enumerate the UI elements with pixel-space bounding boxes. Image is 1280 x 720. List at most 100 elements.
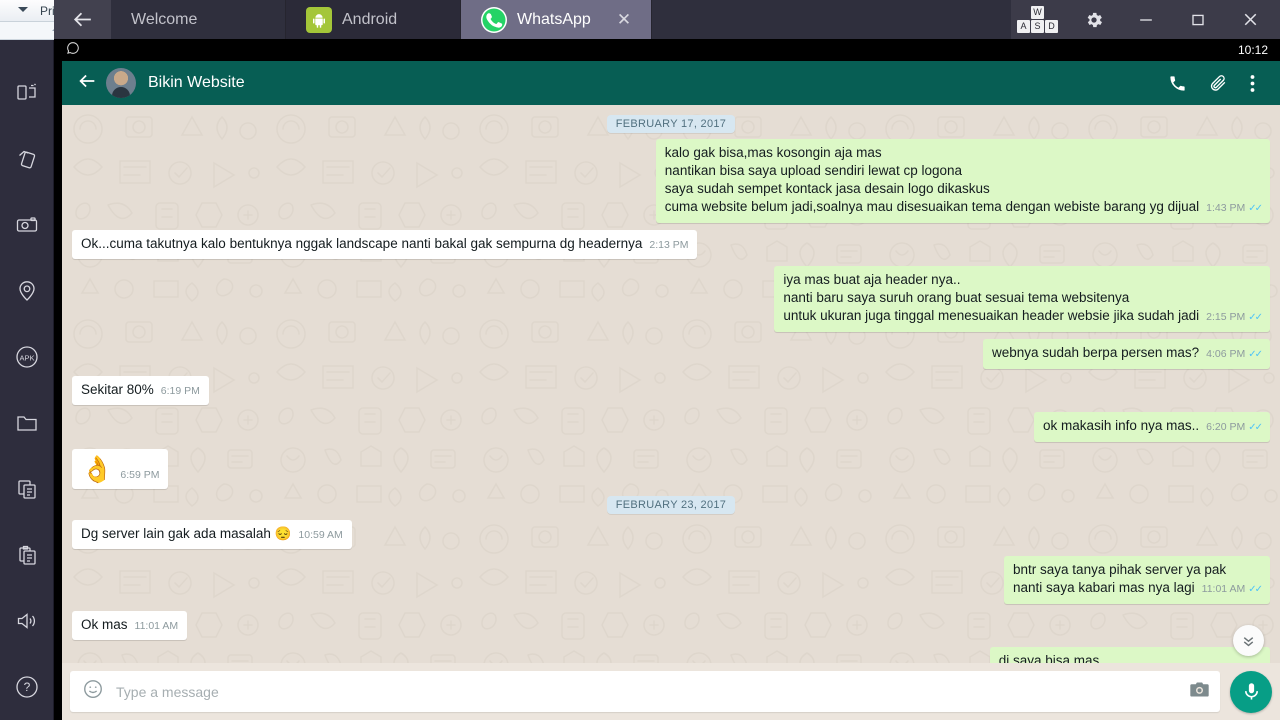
close-button[interactable] xyxy=(1224,0,1276,39)
contact-avatar[interactable] xyxy=(106,68,136,98)
tab-android-label: Android xyxy=(342,10,398,28)
whatsapp-app-screen: Bikin Website FEBRUARY 17, 2017 kalo gak… xyxy=(62,61,1280,720)
message-text: webnya sudah berpa persen mas? xyxy=(991,345,1200,360)
tab-android[interactable]: Android xyxy=(286,0,461,39)
message-meta: 11:01 AM xyxy=(134,620,179,632)
paste-icon[interactable] xyxy=(0,522,54,588)
message-bubble[interactable]: 👌 6:59 PM xyxy=(72,449,169,489)
location-icon[interactable] xyxy=(0,258,54,324)
message-meta: 1:43 PM ✓✓ xyxy=(1206,202,1263,214)
message-bubble[interactable]: webnya sudah berpa persen mas? 4:06 PM ✓✓ xyxy=(982,339,1270,369)
message-meta: 11:01 AM ✓✓ xyxy=(1201,583,1263,595)
message-bubble[interactable]: bntr saya tanya pihak server ya pak nant… xyxy=(1004,556,1270,604)
overflow-menu-icon[interactable] xyxy=(1239,74,1266,93)
message-text: ok makasih info nya mas.. xyxy=(1043,418,1200,433)
help-icon[interactable]: ? xyxy=(0,654,54,720)
tab-whatsapp[interactable]: WhatsApp ✕ xyxy=(461,0,653,39)
date-separator: FEBRUARY 23, 2017 xyxy=(72,496,1270,514)
message-meta: 10:59 AM xyxy=(298,529,343,541)
message-bubble[interactable]: iya mas buat aja header nya.. nanti baru… xyxy=(774,266,1270,332)
status-bar-clock: 10:12 xyxy=(1237,43,1268,57)
message-meta: 4:06 PM ✓✓ xyxy=(1206,348,1263,360)
key-w: W xyxy=(1031,6,1044,19)
message-bubble[interactable]: Ok mas 11:01 AM xyxy=(72,611,188,640)
window-controls: W A S D xyxy=(1011,0,1280,39)
read-receipt-icon: ✓✓ xyxy=(1248,422,1263,433)
svg-text:?: ? xyxy=(23,680,30,694)
back-arrow-icon[interactable] xyxy=(72,66,106,101)
fullscreen-icon[interactable] xyxy=(0,60,54,126)
message-input[interactable] xyxy=(116,683,1189,700)
message-meta: 6:20 PM ✓✓ xyxy=(1206,421,1263,433)
message-row: bntr saya tanya pihak server ya pak nant… xyxy=(72,556,1270,604)
whatsapp-icon xyxy=(481,6,507,33)
message-meta: 2:13 PM xyxy=(649,239,689,251)
message-row: Ok...cuma takutnya kalo bentuknya nggak … xyxy=(72,230,1270,259)
tab-welcome-label: Welcome xyxy=(131,10,198,28)
chat-header: Bikin Website xyxy=(62,61,1280,105)
message-meta: 2:15 PM ✓✓ xyxy=(1206,311,1263,323)
microphone-button[interactable] xyxy=(1230,670,1272,713)
message-bubble[interactable]: kalo gak bisa,mas kosongin aja mas nanti… xyxy=(655,139,1270,223)
back-button[interactable] xyxy=(54,0,111,39)
message-bubble[interactable]: Sekitar 80% 6:19 PM xyxy=(72,376,209,405)
close-tab-icon[interactable]: ✕ xyxy=(617,11,631,28)
phone-icon[interactable] xyxy=(1157,74,1198,93)
message-row: kalo gak bisa,mas kosongin aja mas nanti… xyxy=(72,139,1270,223)
key-a: A xyxy=(1017,20,1030,33)
message-text: Dg server lain gak ada masalah 😔 xyxy=(81,526,292,541)
message-composer xyxy=(62,663,1280,720)
message-bubble[interactable]: ok makasih info nya mas.. 6:20 PM ✓✓ xyxy=(1034,412,1270,442)
background-dropdown-caret-icon[interactable] xyxy=(18,7,28,12)
read-receipt-icon: ✓✓ xyxy=(1248,203,1263,214)
read-receipt-icon: ✓✓ xyxy=(1248,584,1263,595)
gear-icon[interactable] xyxy=(1068,0,1120,39)
message-row: Sekitar 80% 6:19 PM xyxy=(72,376,1270,405)
chat-message-area[interactable]: FEBRUARY 17, 2017 kalo gak bisa,mas koson… xyxy=(62,105,1280,720)
message-text: Ok...cuma takutnya kalo bentuknya nggak … xyxy=(81,236,643,251)
message-text: Ok mas xyxy=(81,617,128,632)
folder-icon[interactable] xyxy=(0,390,54,456)
tab-whatsapp-label: WhatsApp xyxy=(517,10,591,28)
key-d: D xyxy=(1045,20,1058,33)
android-status-bar: 10:12 xyxy=(54,39,1280,61)
read-receipt-icon: ✓✓ xyxy=(1248,312,1263,323)
rotate-icon[interactable] xyxy=(0,126,54,192)
read-receipt-icon: ✓✓ xyxy=(1248,349,1263,360)
camera-icon[interactable] xyxy=(1189,679,1210,705)
message-meta: 6:59 PM xyxy=(120,469,160,481)
message-text: Sekitar 80% xyxy=(81,382,154,397)
message-list: FEBRUARY 17, 2017 kalo gak bisa,mas koson… xyxy=(62,105,1280,720)
screenshot-icon[interactable] xyxy=(0,192,54,258)
message-text: iya mas buat aja header nya.. nanti baru… xyxy=(783,272,1200,323)
volume-icon[interactable] xyxy=(0,588,54,654)
message-text: kalo gak bisa,mas kosongin aja mas nanti… xyxy=(664,145,1200,214)
message-bubble[interactable]: Dg server lain gak ada masalah 😔 10:59 AM xyxy=(72,520,352,549)
emoji-smiley-icon[interactable] xyxy=(82,678,104,705)
message-text: 👌 xyxy=(81,454,114,484)
message-row: iya mas buat aja header nya.. nanti baru… xyxy=(72,266,1270,332)
double-chevron-down-icon[interactable] xyxy=(1233,625,1264,656)
message-row: 👌 6:59 PM xyxy=(72,449,1270,489)
emulator-side-toolbar: APK ? xyxy=(0,40,54,720)
date-chip-label: FEBRUARY 17, 2017 xyxy=(606,115,736,133)
message-row: Ok mas 11:01 AM xyxy=(72,611,1270,640)
message-bubble[interactable]: Ok...cuma takutnya kalo bentuknya nggak … xyxy=(72,230,698,259)
message-meta: 6:19 PM xyxy=(160,385,200,397)
message-row: webnya sudah berpa persen mas? 4:06 PM ✓✓ xyxy=(72,339,1270,369)
whatsapp-notification-icon xyxy=(66,41,80,60)
keymapping-icon[interactable]: W A S D xyxy=(1017,6,1058,33)
message-row: ok makasih info nya mas.. 6:20 PM ✓✓ xyxy=(72,412,1270,442)
tab-welcome[interactable]: Welcome xyxy=(111,0,286,39)
paperclip-icon[interactable] xyxy=(1198,74,1239,93)
apk-icon[interactable]: APK xyxy=(0,324,54,390)
maximize-button[interactable] xyxy=(1172,0,1224,39)
copy-icon[interactable] xyxy=(0,456,54,522)
composer-input-pill[interactable] xyxy=(70,671,1220,712)
date-chip-label: FEBRUARY 23, 2017 xyxy=(606,496,736,514)
svg-text:APK: APK xyxy=(19,354,34,363)
minimize-button[interactable] xyxy=(1120,0,1172,39)
chat-title: Bikin Website xyxy=(148,74,245,91)
message-text: bntr saya tanya pihak server ya pak nant… xyxy=(1013,562,1227,595)
message-row: Dg server lain gak ada masalah 😔 10:59 AM xyxy=(72,520,1270,549)
